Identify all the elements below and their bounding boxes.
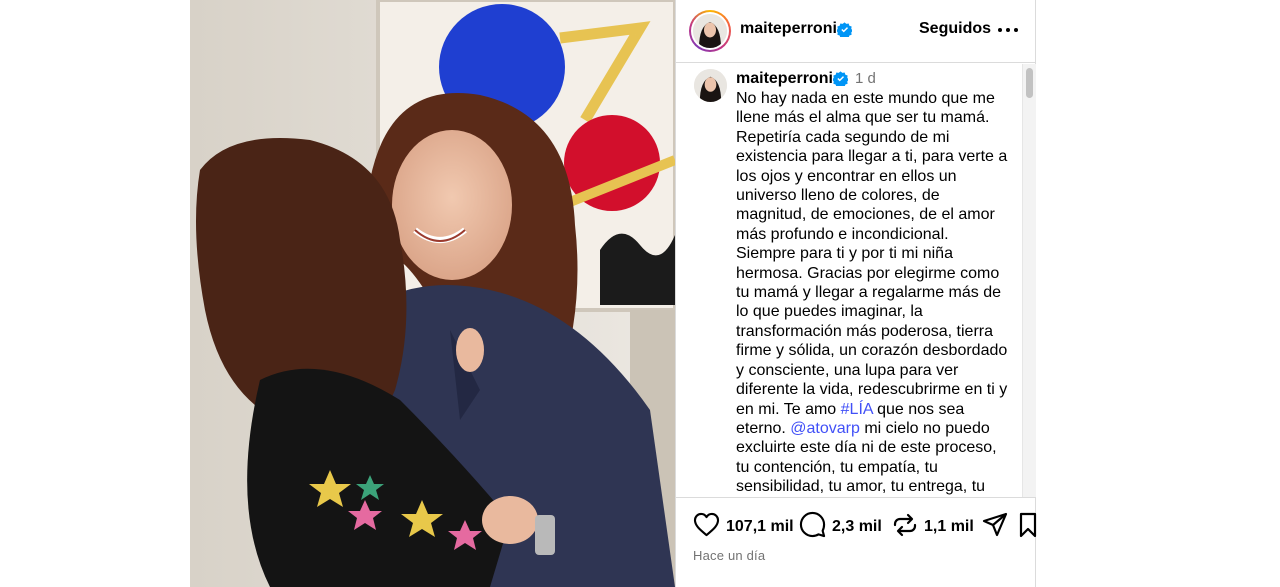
following-button[interactable]: Seguidos: [919, 20, 991, 38]
caption-text-segment: transformación más poderosa, tierra: [736, 322, 993, 340]
caption-line: en mi. Te amo #LÍA que nos sea: [736, 400, 1016, 419]
repost-icon: [892, 512, 918, 543]
caption-line: y consciente, una lupa para ver: [736, 361, 1016, 380]
comment-icon: [799, 511, 826, 543]
avatar: [693, 14, 727, 48]
caption-line: magnitud, de emociones, de el amor: [736, 205, 1016, 224]
posted-date[interactable]: Hace un día: [693, 548, 765, 563]
caption-line: universo lleno de colores, de: [736, 186, 1016, 205]
comment-count[interactable]: 2,3 mil: [832, 518, 882, 536]
caption-text-segment: más profundo e incondicional.: [736, 225, 949, 243]
caption-text-segment: diferente la vida, redescubrirme en ti y: [736, 381, 1008, 399]
caption-line: firme y sólida, un corazón desbordado: [736, 341, 1016, 360]
caption-line: existencia para llegar a ti, para verte …: [736, 147, 1016, 166]
story-ring[interactable]: [689, 10, 731, 52]
caption-line: los ojos y encontrar en ellos un: [736, 167, 1016, 186]
caption-line: No hay nada en este mundo que me: [736, 89, 1016, 108]
caption-avatar[interactable]: [694, 69, 727, 102]
caption-text-segment: mi cielo no puedo: [859, 419, 990, 437]
caption-line: sensibilidad, tu amor, tu entrega, tu: [736, 477, 1016, 496]
repost-count[interactable]: 1,1 mil: [924, 518, 974, 536]
caption-text-segment: Siempre para ti y por ti mi niña: [736, 245, 953, 263]
caption-text-segment: lo que puedes imaginar, la: [736, 303, 923, 321]
photo-illustration: [190, 0, 675, 587]
caption-text-segment: sensibilidad, tu amor, tu entrega, tu: [736, 478, 986, 496]
caption-line: transformación más poderosa, tierra: [736, 322, 1016, 341]
caption-text-segment: existencia para llegar a ti, para verte …: [736, 148, 1008, 166]
caption-line: tu mamá y llegar a regalarme más de: [736, 283, 1016, 302]
repost-button[interactable]: 1,1 mil: [892, 513, 974, 541]
post-detail-panel: maiteperroni Seguidos maiteperroni 1 d N…: [675, 0, 1037, 587]
caption-username-link[interactable]: maiteperroni: [736, 70, 833, 88]
verified-badge-icon: [832, 71, 849, 91]
heart-icon: [693, 512, 720, 542]
caption-timestamp[interactable]: 1 d: [855, 70, 876, 87]
caption-text-segment: excluirte este día ni de este proceso,: [736, 439, 997, 457]
caption-text-segment: Repetiría cada segundo de mi: [736, 128, 950, 146]
caption-line: eterno. @atovarp mi cielo no puedo: [736, 419, 1016, 438]
caption-text-segment: tu contención, tu empatía, tu: [736, 458, 938, 476]
post-photo[interactable]: [190, 0, 675, 587]
caption-line: Repetiría cada segundo de mi: [736, 128, 1016, 147]
caption-text-segment: llene más el alma que ser tu mamá.: [736, 109, 990, 127]
caption-line: Siempre para ti y por ti mi niña: [736, 244, 1016, 263]
mention-link[interactable]: @atovarp: [790, 420, 860, 437]
caption-scroll-area[interactable]: maiteperroni 1 d No hay nada en este mun…: [676, 64, 1036, 497]
caption-line: hermosa. Gracias por elegirme como: [736, 264, 1016, 283]
caption-text-segment: eterno.: [736, 419, 791, 437]
caption-text-segment: No hay nada en este mundo que me: [736, 90, 995, 107]
caption-text-segment: que nos sea: [872, 400, 965, 418]
caption-text-segment: hermosa. Gracias por elegirme como: [736, 264, 1000, 282]
caption-text-segment: magnitud, de emociones, de el amor: [736, 206, 995, 224]
share-icon: [982, 512, 1008, 543]
caption-line: excluirte este día ni de este proceso,: [736, 438, 1016, 457]
caption-text-segment: y consciente, una lupa para ver: [736, 361, 959, 379]
caption-text-segment: tu mamá y llegar a regalarme más de: [736, 284, 1001, 302]
scrollbar-thumb[interactable]: [1026, 68, 1033, 98]
caption-scrollbar[interactable]: [1022, 64, 1036, 497]
comment-button[interactable]: 2,3 mil: [799, 511, 882, 543]
caption-text-segment: firme y sólida, un corazón desbordado: [736, 342, 1008, 360]
username-link[interactable]: maiteperroni: [740, 20, 837, 38]
bookmark-icon: [1019, 512, 1037, 543]
caption-text: No hay nada en este mundo que me llene má…: [736, 89, 1016, 497]
caption-text-segment: universo lleno de colores, de: [736, 187, 940, 205]
caption-line: más profundo e incondicional.: [736, 225, 1016, 244]
more-options-icon[interactable]: [996, 20, 1020, 40]
caption-text-segment: en mi. Te amo: [736, 400, 841, 418]
save-button[interactable]: [1019, 512, 1037, 543]
like-button[interactable]: 107,1 mil: [693, 512, 794, 542]
caption-text-segment: los ojos y encontrar en ellos un: [736, 167, 957, 185]
like-count[interactable]: 107,1 mil: [726, 518, 794, 536]
verified-badge-icon: [836, 22, 853, 42]
caption-line: llene más el alma que ser tu mamá.: [736, 108, 1016, 127]
action-bar: 107,1 mil 2,3 mil 1,1 mil Hace un día: [676, 497, 1037, 587]
post-header: maiteperroni Seguidos: [676, 0, 1036, 63]
caption-line: tu contención, tu empatía, tu: [736, 458, 1016, 477]
share-button[interactable]: [982, 512, 1008, 543]
caption-line: diferente la vida, redescubrirme en ti y: [736, 380, 1016, 399]
caption-line: lo que puedes imaginar, la: [736, 302, 1016, 321]
hashtag-link[interactable]: #LÍA: [841, 401, 873, 418]
